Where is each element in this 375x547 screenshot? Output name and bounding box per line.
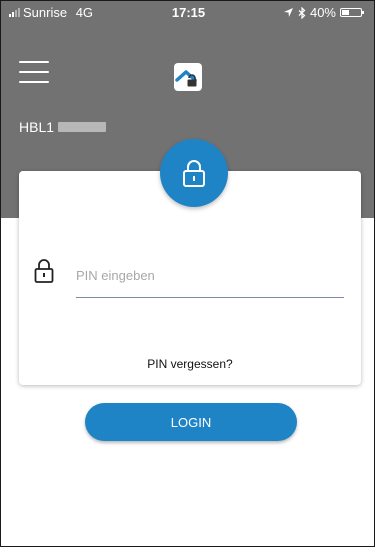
battery-fill [342,10,350,15]
masked-account-digits [58,122,107,132]
status-indicators: 40% [283,5,364,20]
location-arrow-icon [283,8,293,17]
app-screen: Sunrise 4G 17:15 40% HBL1 PIN vergessen?… [0,0,375,547]
hamburger-menu-icon[interactable] [19,61,49,83]
forgot-pin-link[interactable]: PIN vergessen? [19,357,361,371]
lock-badge [160,139,228,207]
account-number: HBL1 [19,119,55,135]
house-lock-logo-icon [174,63,202,91]
battery-icon [340,8,364,17]
login-button[interactable]: LOGIN [85,403,297,441]
battery-percent: 40% [309,5,336,20]
account-label: HBL1 [19,119,107,135]
padlock-icon [183,160,205,187]
padlock-outline-icon [34,259,54,283]
pin-input[interactable] [76,255,344,298]
status-bar: Sunrise 4G 17:15 40% [1,1,374,23]
bluetooth-icon [298,6,306,19]
